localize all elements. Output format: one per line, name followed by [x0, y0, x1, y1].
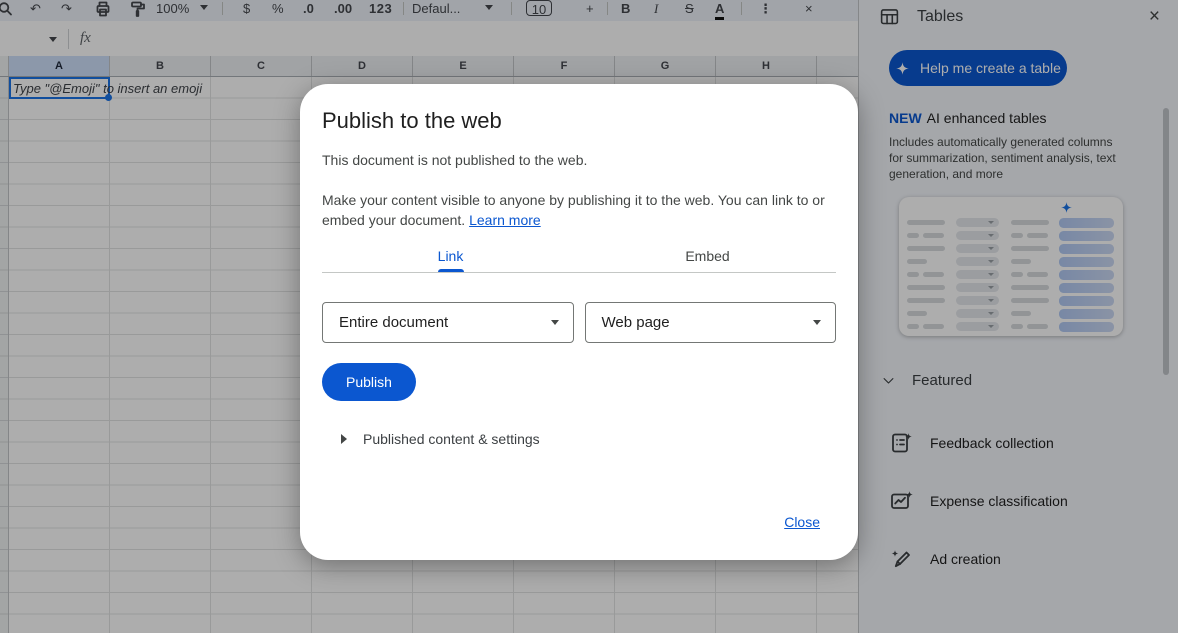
dialog-close-button[interactable]: Close: [784, 514, 820, 530]
publish-options-row: Entire document Web page: [322, 302, 836, 343]
tab-link[interactable]: Link: [322, 242, 579, 272]
chevron-down-icon: [551, 320, 559, 325]
format-select[interactable]: Web page: [585, 302, 837, 343]
learn-more-link[interactable]: Learn more: [469, 212, 541, 228]
tab-link-label: Link: [438, 248, 464, 264]
dialog-description: Make your content visible to anyone by p…: [322, 190, 834, 230]
publish-tabs: Link Embed: [322, 242, 836, 272]
disclosure-triangle-icon: [341, 434, 347, 444]
chevron-down-icon: [813, 320, 821, 325]
dialog-title: Publish to the web: [322, 108, 836, 134]
tabs-divider: [322, 272, 836, 273]
disclosure-label: Published content & settings: [363, 431, 540, 447]
description-text: Make your content visible to anyone by p…: [322, 192, 825, 228]
content-select-value: Entire document: [339, 314, 448, 331]
publish-status-text: This document is not published to the we…: [322, 150, 836, 170]
tab-embed-label: Embed: [685, 248, 729, 264]
tab-embed[interactable]: Embed: [579, 242, 836, 272]
content-select[interactable]: Entire document: [322, 302, 574, 343]
publish-dialog: Publish to the web This document is not …: [300, 84, 858, 560]
format-select-value: Web page: [602, 314, 670, 331]
google-sheets-app: ↶ ↷ 100% $ % .0 .00 123 Defaul... 10 + B…: [0, 0, 1178, 633]
published-content-settings-toggle[interactable]: Published content & settings: [341, 431, 836, 447]
publish-button[interactable]: Publish: [322, 363, 416, 401]
active-tab-indicator: [438, 269, 464, 272]
